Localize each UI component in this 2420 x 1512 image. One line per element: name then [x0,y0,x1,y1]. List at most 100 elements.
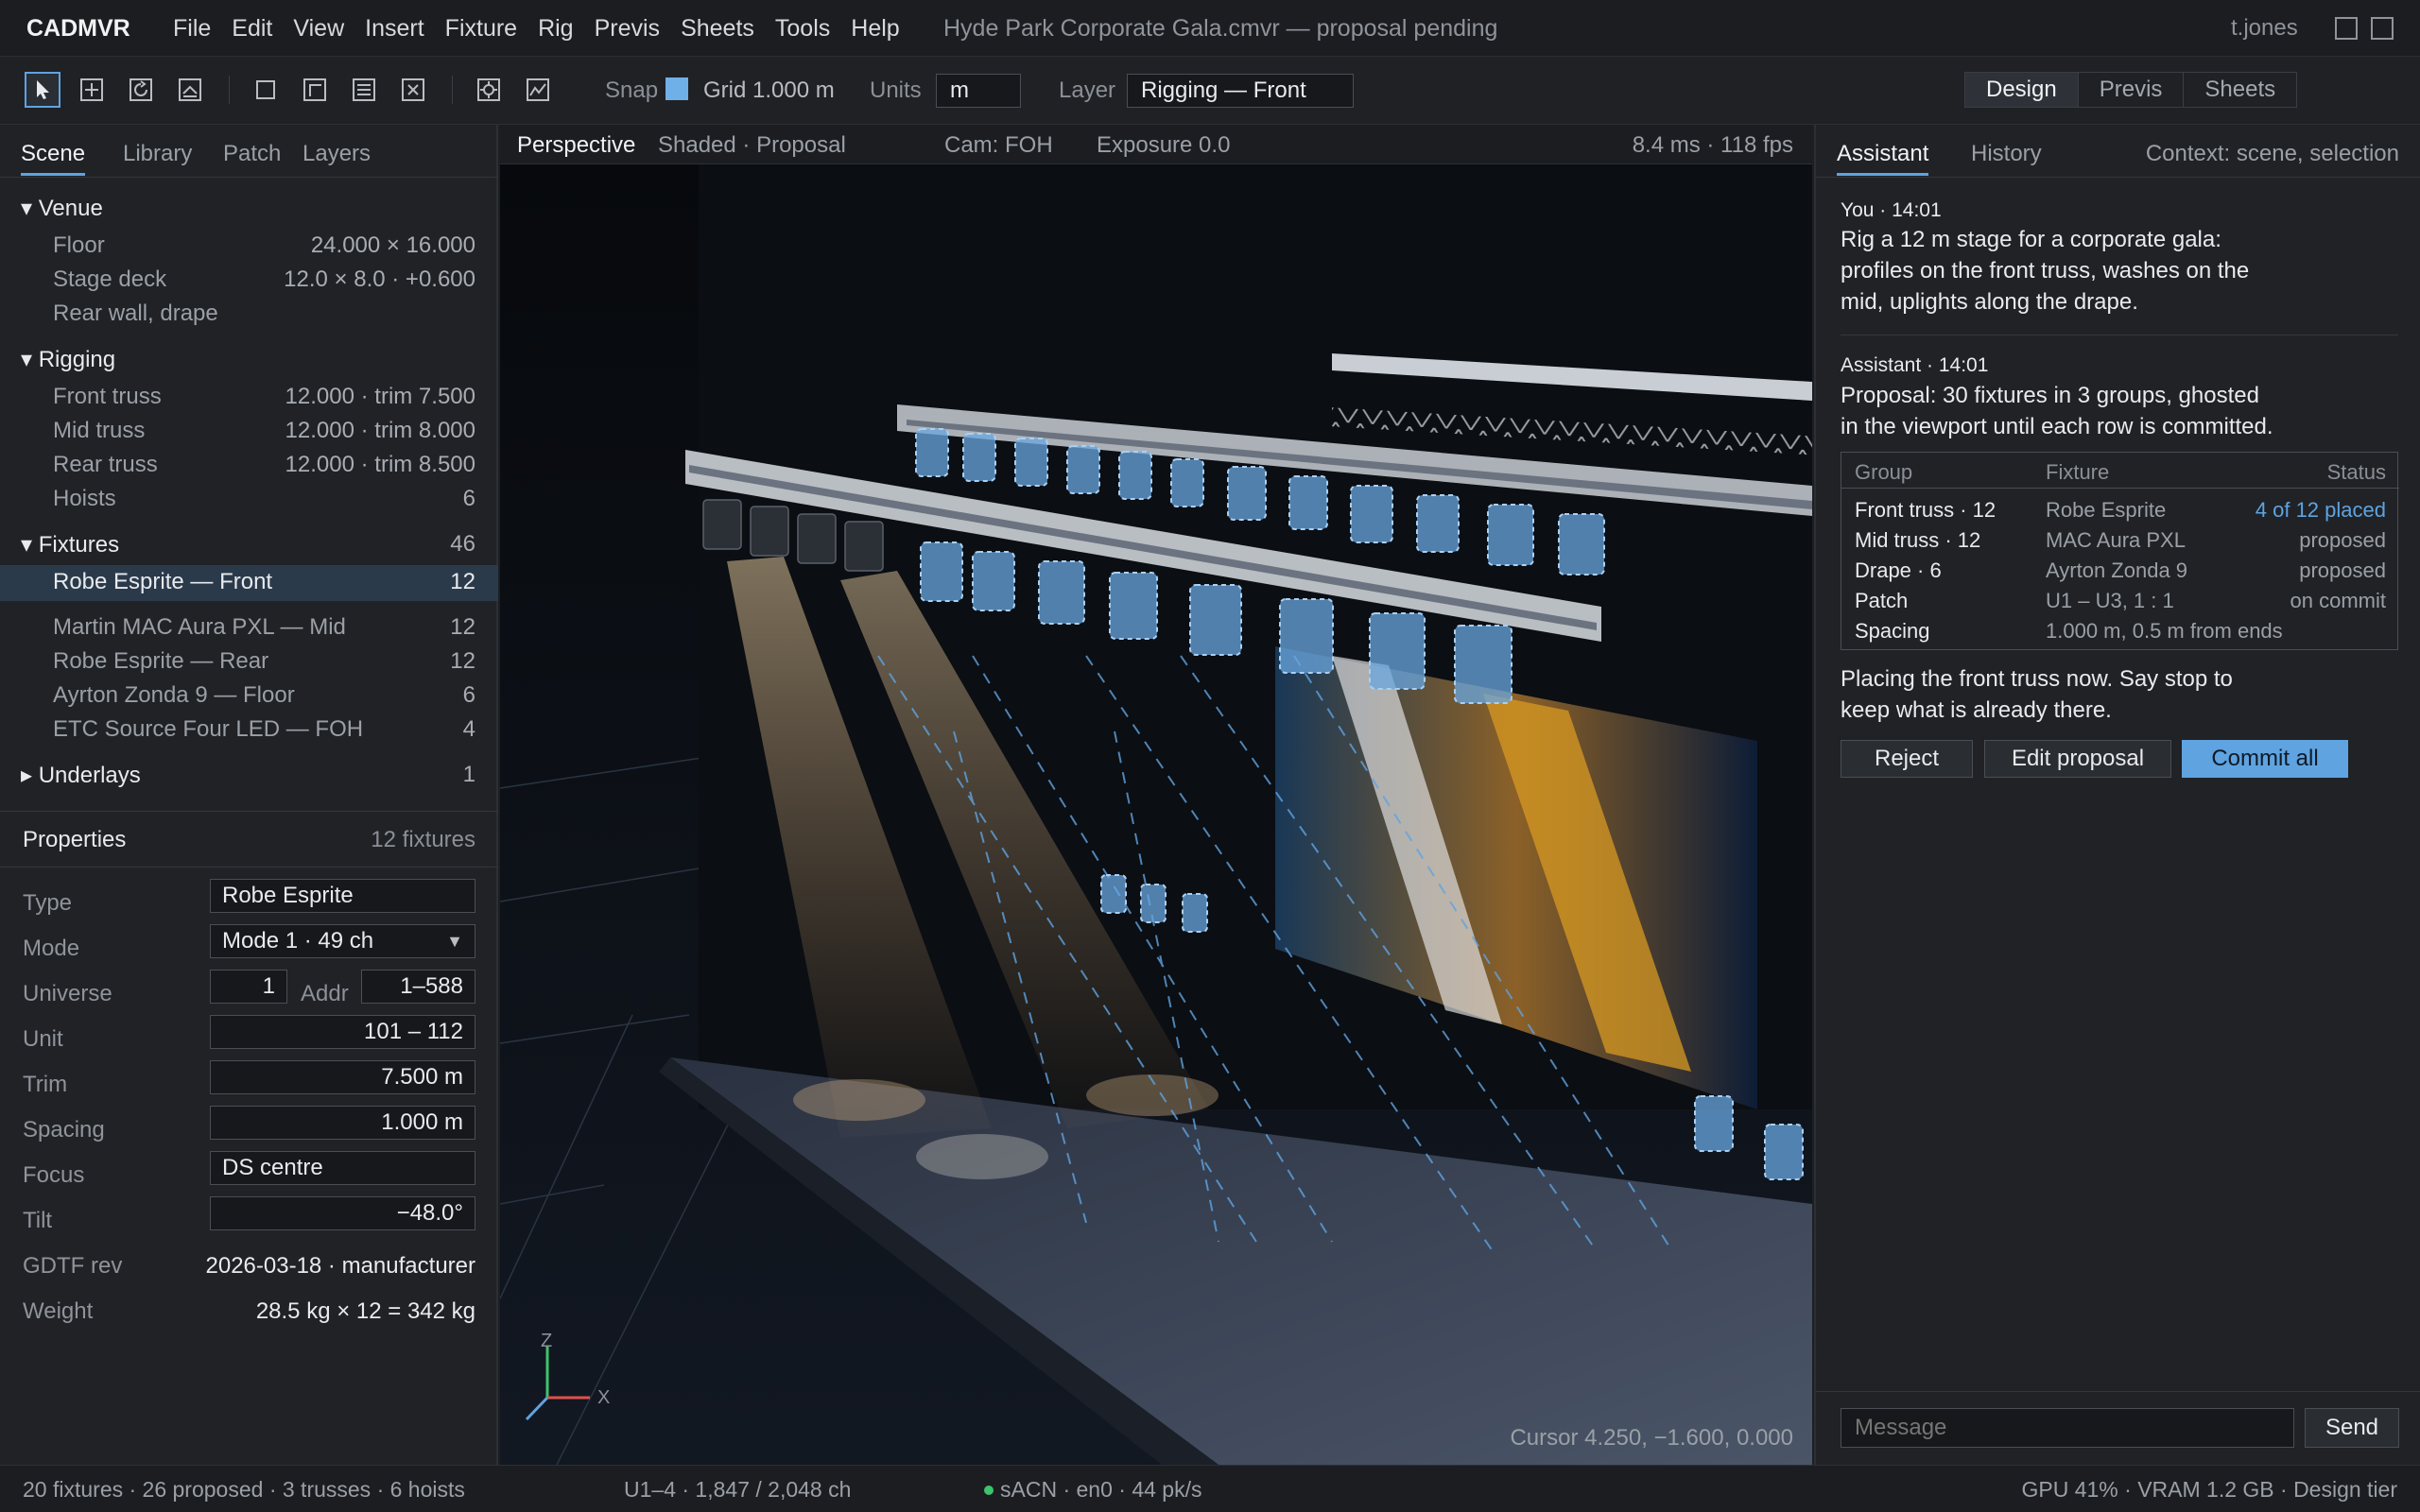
tree-item-rear-wall[interactable]: Rear wall, drape [0,297,498,331]
menu-fixture[interactable]: Fixture [445,15,517,43]
proposal-table: Group Fixture Status Front truss · 12 Ro… [1841,452,2399,650]
units-input[interactable]: m [936,74,1021,108]
message-input[interactable] [1841,1408,2294,1448]
toolbar-divider [452,76,453,104]
menu-sheets[interactable]: Sheets [681,15,754,43]
universe-field[interactable]: 1 [210,970,287,1004]
rotate-tool-icon[interactable] [123,72,159,108]
tree-item-robe-esprite-rear[interactable]: Robe Esprite — Rear 12 [0,644,498,679]
mode-select[interactable]: Mode 1 · 49 ch ▼ [210,924,475,958]
tree-item-robe-esprite-front[interactable]: Robe Esprite — Front 12 [0,565,498,601]
tab-layers[interactable]: Layers [302,141,371,167]
shading-mode[interactable]: Shaded · Proposal [658,132,846,159]
menu-previs[interactable]: Previs [595,15,660,43]
menu-help[interactable]: Help [851,15,899,43]
camera-select[interactable]: Cam: FOH [944,132,1053,159]
menu-edit[interactable]: Edit [232,15,272,43]
mode-sheets[interactable]: Sheets [2184,73,2296,107]
tree-group-rigging[interactable]: ▾ Rigging [0,342,498,376]
curve-tool-icon[interactable] [520,72,556,108]
focus-field[interactable]: DS centre [210,1151,475,1185]
gpu-status: GPU 41% · VRAM 1.2 GB · Design tier [2021,1477,2397,1502]
tree-item-zonda-floor[interactable]: Ayrton Zonda 9 — Floor 6 [0,679,498,713]
network-status[interactable]: sACN · en0 · 44 pk/s [1000,1477,1201,1503]
tree-item-source-four-foh[interactable]: ETC Source Four LED — FOH 4 [0,713,498,747]
tab-patch[interactable]: Patch [223,141,281,167]
mode-design[interactable]: Design [1965,73,2079,107]
table-row[interactable]: Mid truss · 12 MAC Aura PXL proposed [1841,524,2399,555]
snap-checkbox[interactable] [666,77,688,100]
addr-field[interactable]: 1–588 [361,970,475,1004]
user-message-meta: You · 14:01 [1841,199,1942,221]
exposure-value[interactable]: Exposure 0.0 [1097,132,1230,159]
weight-value: 28.5 kg × 12 = 342 kg [255,1298,475,1324]
prop-row-mode: Mode Mode 1 · 49 ch ▼ [0,924,498,970]
user-name[interactable]: t.jones [2231,15,2298,42]
table-row[interactable]: Drape · 6 Ayrton Zonda 9 proposed [1841,555,2399,585]
corner-tool-icon[interactable] [297,72,333,108]
menu-file[interactable]: File [173,15,211,43]
layer-select[interactable]: Rigging — Front [1127,74,1354,108]
table-row[interactable]: Front truss · 12 Robe Esprite 4 of 12 pl… [1841,494,2399,524]
snap-label: Snap [605,77,659,103]
prop-row-trim: Trim 7.500 m [0,1060,498,1106]
send-button[interactable]: Send [2305,1408,2399,1448]
tab-assistant[interactable]: Assistant [1837,141,1929,176]
tree-group-underlays[interactable]: ▸ Underlays 1 [0,758,498,792]
tree-group-venue[interactable]: ▾ Venue [0,191,498,225]
type-field[interactable]: Robe Esprite [210,879,475,913]
menu-rig[interactable]: Rig [538,15,574,43]
tree-item-floor[interactable]: Floor 24.000 × 16.000 [0,229,498,263]
user-message: Rig a 12 m stage for a corporate gala: p… [1841,227,2250,315]
menu-tools[interactable]: Tools [775,15,830,43]
grid-size[interactable]: Grid 1.000 m [703,77,835,104]
composer-divider [1816,1391,2420,1392]
table-row[interactable]: Patch U1 – U3, 1 : 1 on commit [1841,585,2399,615]
maximize-window-icon[interactable] [2371,17,2394,40]
assistant-panel: Assistant History Context: scene, select… [1814,125,2420,1465]
context-label[interactable]: Context: scene, selection [2146,141,2399,167]
tab-scene[interactable]: Scene [21,141,86,176]
align-tool-icon[interactable] [346,72,382,108]
scale-tool-icon[interactable] [172,72,208,108]
tree-group-fixtures[interactable]: ▾ Fixtures 46 [0,527,498,561]
prop-row-universe: Universe 1 Addr 1–588 [0,970,498,1015]
move-tool-icon[interactable] [74,72,110,108]
tree-item-stage-deck[interactable]: Stage deck 12.0 × 8.0 · +0.600 [0,263,498,297]
restore-window-icon[interactable] [2335,17,2358,40]
delete-tool-icon[interactable] [395,72,431,108]
addr-label: Addr [301,981,349,1006]
mode-previs[interactable]: Previs [2079,73,2185,107]
tree-item-mac-aura-mid[interactable]: Martin MAC Aura PXL — Mid 12 [0,610,498,644]
prop-row-focus: Focus DS centre [0,1151,498,1196]
toolbar: Snap Grid 1.000 m Units m Layer Rigging … [0,57,2420,125]
focus-tool-icon[interactable] [471,72,507,108]
tree-item-rear-truss[interactable]: Rear truss 12.000 · trim 8.500 [0,448,498,482]
trim-field[interactable]: 7.500 m [210,1060,475,1094]
spacing-field[interactable]: 1.000 m [210,1106,475,1140]
tree-item-mid-truss[interactable]: Mid truss 12.000 · trim 8.000 [0,414,498,448]
prop-row-unit: Unit 101 – 112 [0,1015,498,1060]
tab-library[interactable]: Library [123,141,192,167]
document-title: Hyde Park Corporate Gala.cmvr — proposal… [943,15,1498,42]
table-row[interactable]: Spacing 1.000 m, 0.5 m from ends [1841,615,2399,645]
tab-history[interactable]: History [1971,141,2042,167]
menu-view[interactable]: View [293,15,344,43]
tree-item-front-truss[interactable]: Front truss 12.000 · trim 7.500 [0,380,498,414]
view-mode[interactable]: Perspective [517,132,635,159]
prop-row-tilt: Tilt −48.0° [0,1196,498,1242]
menu-insert[interactable]: Insert [365,15,424,43]
unit-field[interactable]: 101 – 112 [210,1015,475,1049]
toolbar-divider [229,76,230,104]
mode-switcher: Design Previs Sheets [1964,72,2298,108]
tree-item-hoists[interactable]: Hoists 6 [0,482,498,516]
prop-row-type: Type Robe Esprite [0,879,498,924]
commit-all-button[interactable]: Commit all [2182,740,2348,778]
select-tool-icon[interactable] [25,72,60,108]
reject-button[interactable]: Reject [1841,740,1973,778]
prop-row-spacing: Spacing 1.000 m [0,1106,498,1151]
3d-viewport[interactable]: Z X Cursor 4.250, −1.600, 0.000 [500,164,1812,1465]
edit-proposal-button[interactable]: Edit proposal [1984,740,2171,778]
tilt-field[interactable]: −48.0° [210,1196,475,1230]
rectangle-tool-icon[interactable] [248,72,284,108]
